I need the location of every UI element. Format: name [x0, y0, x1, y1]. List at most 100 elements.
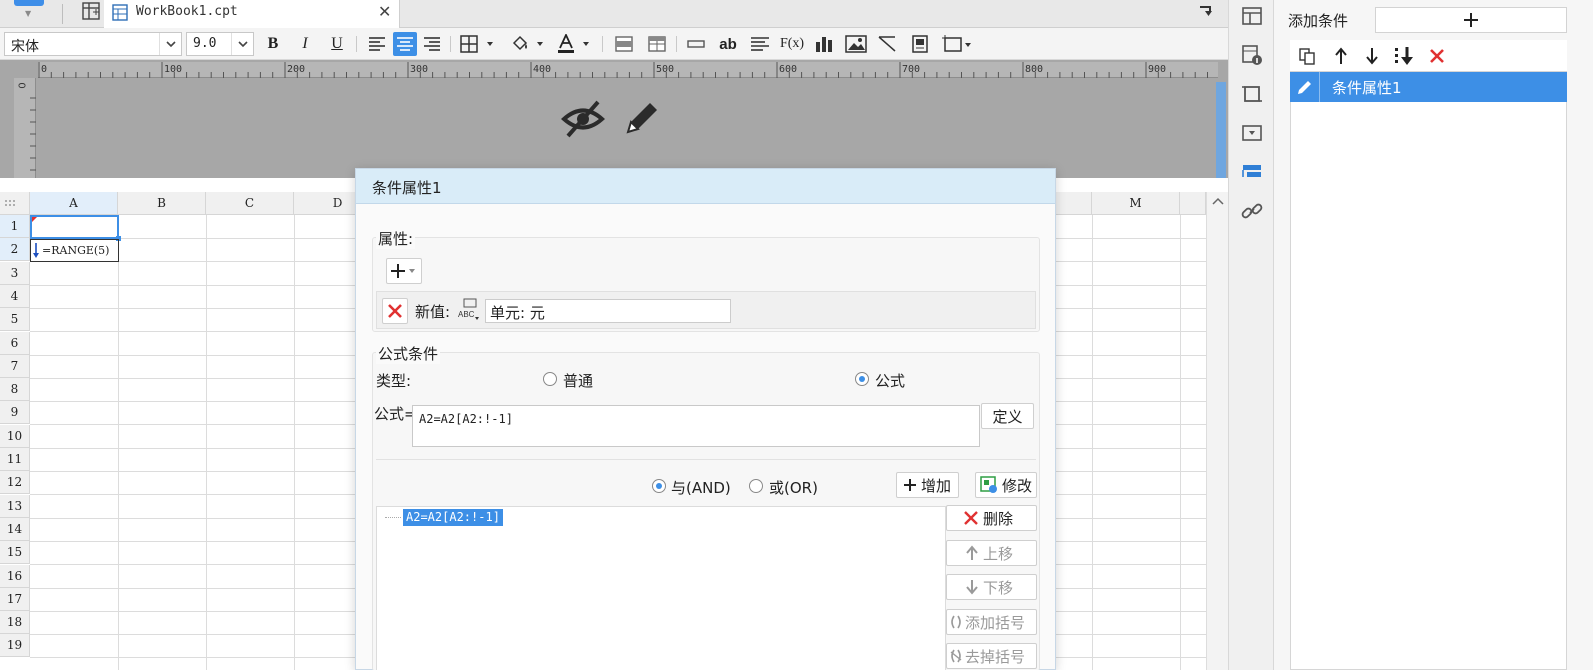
row-header[interactable]: 13 [0, 495, 30, 518]
align-left-icon[interactable] [366, 32, 388, 56]
add-button[interactable]: 增加 [896, 472, 959, 498]
move-bottom-icon[interactable] [1393, 45, 1415, 67]
hidden-eye-icon[interactable] [560, 96, 606, 142]
condition-attribute-icon[interactable] [1240, 160, 1264, 184]
cell-a2[interactable]: =RANGE(5) [30, 239, 119, 262]
add-bracket-button[interactable]: 添加括号 [946, 609, 1037, 635]
row-header[interactable]: 11 [0, 448, 30, 471]
define-button[interactable]: 定义 [981, 403, 1034, 429]
delete-button[interactable]: 删除 [946, 505, 1037, 531]
filter-icon[interactable] [1240, 121, 1264, 145]
column-header-n[interactable] [1180, 192, 1206, 215]
row-header[interactable]: 9 [0, 401, 30, 424]
chevron-down-icon[interactable] [159, 33, 181, 55]
add-condition-button[interactable] [1375, 7, 1567, 33]
arrow-down-icon[interactable] [1361, 45, 1383, 67]
logic-or-radio[interactable] [749, 479, 763, 493]
row-header[interactable]: 4 [0, 285, 30, 308]
underline-button[interactable]: U [326, 32, 348, 56]
column-header-l[interactable] [1056, 192, 1092, 215]
row-header[interactable]: 18 [0, 611, 30, 634]
row-header[interactable]: 8 [0, 378, 30, 401]
row-header[interactable]: 16 [0, 565, 30, 588]
align-right-icon[interactable] [421, 32, 443, 56]
condition-tree-item[interactable]: A2=A2[A2:!-1] [403, 509, 503, 526]
border-icon[interactable] [458, 32, 498, 56]
condition-tree[interactable]: A2=A2[A2:!-1] [376, 506, 946, 670]
widget-icon[interactable] [1240, 82, 1264, 106]
column-header-c[interactable]: C [206, 192, 294, 215]
insert-cell-icon[interactable] [684, 32, 708, 56]
select-all-corner[interactable] [0, 192, 30, 215]
formula-input[interactable]: A2=A2[A2:!-1] [412, 405, 980, 447]
sheet-scrollbar[interactable] [1206, 192, 1228, 670]
close-icon[interactable]: ✕ [378, 2, 391, 21]
font-size-select[interactable]: 9.0 [186, 32, 254, 56]
row-header[interactable]: 12 [0, 471, 30, 494]
ruler-label: 900 [1148, 64, 1166, 75]
new-value-field[interactable]: 单元: 元 [485, 299, 731, 323]
row-header[interactable]: 2 [0, 238, 30, 261]
column-gridline [1180, 215, 1181, 670]
arrow-up-icon[interactable] [1330, 45, 1352, 67]
app-logo[interactable] [14, 0, 44, 6]
tab-workbook[interactable]: WorkBook1.cpt ✕ [104, 0, 400, 28]
chart-icon[interactable] [812, 32, 836, 56]
row-header[interactable]: 14 [0, 518, 30, 541]
remove-bracket-button[interactable]: 去掉括号 [946, 643, 1037, 669]
logic-and-radio[interactable] [652, 479, 666, 493]
row-header[interactable]: 19 [0, 634, 30, 657]
type-normal-radio[interactable] [543, 372, 557, 386]
condition-list-item[interactable]: 条件属性1 [1290, 72, 1567, 102]
canvas-scrollbar[interactable] [1216, 82, 1226, 178]
font-family-select[interactable]: 宋体 [4, 32, 182, 56]
edit-icon[interactable] [1290, 72, 1320, 102]
column-header-a[interactable]: A [30, 192, 118, 215]
row-header[interactable]: 5 [0, 308, 30, 331]
text-tool-button[interactable]: ab [715, 32, 741, 56]
split-cells-icon[interactable] [645, 32, 669, 56]
add-attribute-button[interactable] [386, 258, 422, 284]
sub-report-icon[interactable] [908, 32, 932, 56]
cell-attribute-icon[interactable] [1240, 43, 1264, 67]
edit-pencil-icon[interactable] [622, 96, 664, 138]
move-down-button[interactable]: 下移 [946, 574, 1037, 600]
frame-icon[interactable] [940, 32, 974, 56]
new-report-icon[interactable] [80, 0, 102, 22]
align-center-icon[interactable] [393, 32, 417, 56]
type-formula-label: 公式 [875, 372, 906, 390]
paragraph-icon[interactable] [748, 32, 772, 56]
cell-element-icon[interactable] [1240, 4, 1264, 28]
chevron-up-icon[interactable] [1212, 196, 1224, 206]
row-header[interactable]: 17 [0, 588, 30, 611]
value-type-icon[interactable]: ABC [456, 297, 482, 323]
italic-button[interactable]: I [294, 32, 316, 56]
row-header[interactable]: 10 [0, 425, 30, 448]
delete-icon[interactable] [1426, 45, 1448, 67]
row-header[interactable]: 3 [0, 262, 30, 285]
hyperlink-icon[interactable] [1240, 199, 1264, 223]
move-up-button[interactable]: 上移 [946, 540, 1037, 566]
font-color-icon[interactable] [554, 32, 594, 56]
chevron-down-icon[interactable] [231, 33, 253, 55]
column-header-m[interactable]: M [1092, 192, 1180, 215]
row-header[interactable]: 7 [0, 355, 30, 378]
copy-icon[interactable] [1296, 45, 1318, 67]
remove-attribute-button[interactable] [382, 298, 408, 324]
fill-color-icon[interactable] [508, 32, 548, 56]
selected-cell-a1[interactable] [30, 215, 121, 241]
type-formula-radio[interactable] [855, 372, 869, 386]
column-header-b[interactable]: B [118, 192, 206, 215]
slash-icon[interactable] [875, 32, 899, 56]
row-header[interactable]: 1 [0, 215, 30, 238]
merge-cells-icon[interactable] [612, 32, 636, 56]
row-header[interactable]: 6 [0, 332, 30, 355]
row-header[interactable]: 15 [0, 541, 30, 564]
image-icon[interactable] [843, 32, 869, 56]
dialog-titlebar[interactable]: 条件属性1 [356, 169, 1055, 204]
formula-tool-button[interactable]: F(x) [778, 32, 806, 56]
bold-button[interactable]: B [262, 32, 284, 56]
modify-button[interactable]: 修改 [975, 472, 1037, 498]
chevron-down-icon[interactable]: ▼ [25, 9, 31, 18]
collapse-panel-icon[interactable] [1196, 2, 1216, 22]
